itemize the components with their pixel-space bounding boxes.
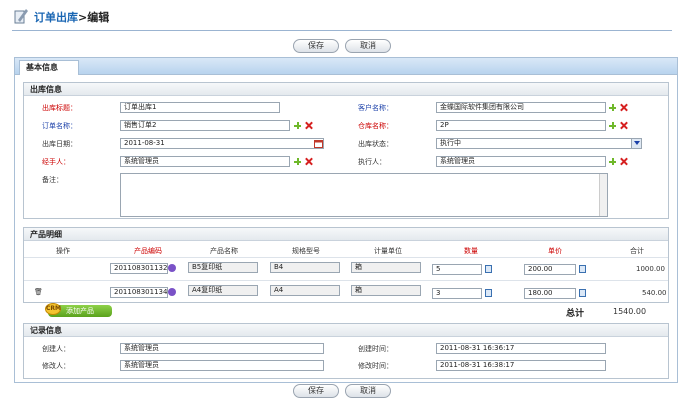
- warehouse-input[interactable]: 2P: [436, 120, 606, 131]
- remark-scrollbar[interactable]: [599, 174, 607, 216]
- remark-label: 备注：: [42, 176, 63, 184]
- product-code-input[interactable]: 201108301134001: [110, 287, 168, 298]
- product-name-field: B5复印纸: [188, 262, 258, 273]
- price-input[interactable]: 180.00: [524, 288, 576, 299]
- total-label: 总计: [566, 309, 585, 319]
- warehouse-label: 仓库名称：: [358, 122, 393, 130]
- customer-input[interactable]: 金蝶国际软件集团有限公司: [436, 102, 606, 113]
- column-header: 单价: [548, 247, 562, 255]
- date-input[interactable]: 2011-08-31: [120, 138, 324, 149]
- save-button[interactable]: 保存: [293, 384, 339, 398]
- status-label: 出库状态：: [358, 140, 393, 148]
- quantity-input[interactable]: 5: [432, 264, 482, 275]
- title-label: 出库标题：: [42, 104, 77, 112]
- quantity-input[interactable]: 3: [432, 288, 482, 299]
- column-header: 产品编码: [134, 247, 162, 255]
- handler-input[interactable]: 系统管理员: [120, 156, 290, 167]
- section-title: 出库信息: [24, 83, 668, 96]
- created-time-field: 2011-08-31 16:36:17: [436, 343, 606, 354]
- add-icon[interactable]: [294, 158, 301, 165]
- row-total: 1000.00: [636, 265, 665, 273]
- cancel-button[interactable]: 取消: [345, 384, 391, 398]
- modified-time-label: 修改时间：: [358, 362, 393, 370]
- add-product-button[interactable]: CRM 添加产品: [45, 303, 112, 317]
- product-name-field: A4复印纸: [188, 285, 258, 296]
- modifier-field: 系统管理员: [120, 360, 324, 371]
- creator-label: 创建人：: [42, 345, 70, 353]
- row-divider: [24, 257, 668, 258]
- creator-field: 系统管理员: [120, 343, 324, 354]
- search-icon[interactable]: [168, 264, 176, 272]
- remark-textarea[interactable]: [120, 173, 608, 217]
- add-icon[interactable]: [609, 104, 616, 111]
- unit-field: 箱: [351, 262, 421, 273]
- book-icon[interactable]: [579, 289, 586, 297]
- bottom-button-row: 保存 取消: [0, 384, 692, 400]
- price-input[interactable]: 200.00: [524, 264, 576, 275]
- record-info-section: 记录信息 创建人： 系统管理员 创建时间： 2011-08-31 16:36:1…: [23, 323, 669, 379]
- dropdown-button[interactable]: [631, 139, 641, 148]
- book-icon[interactable]: [485, 289, 492, 297]
- section-title: 记录信息: [24, 324, 668, 337]
- created-time-label: 创建时间：: [358, 345, 393, 353]
- product-detail-section: 产品明细 操作 产品编码 产品名称 规格型号 计量单位 数量 单价 合计 201…: [23, 227, 669, 303]
- tab-basic-info[interactable]: 基本信息: [19, 60, 79, 75]
- title-input[interactable]: 订单出库1: [120, 102, 280, 113]
- page-header: 订单出库>编辑: [0, 0, 692, 30]
- column-header: 数量: [464, 247, 478, 255]
- row-divider: [24, 280, 668, 281]
- add-product-label: 添加产品: [66, 307, 94, 315]
- add-icon[interactable]: [609, 158, 616, 165]
- top-button-row: 保存 取消: [0, 39, 692, 55]
- order-label: 订单名称：: [42, 122, 77, 130]
- chevron-down-icon: [634, 141, 640, 145]
- breadcrumb-separator: >: [78, 11, 88, 24]
- breadcrumb-link[interactable]: 订单出库: [34, 11, 78, 24]
- delete-icon[interactable]: [305, 122, 312, 129]
- delete-icon[interactable]: [620, 122, 627, 129]
- column-header: 规格型号: [292, 247, 320, 255]
- outbound-info-section: 出库信息 出库标题： 订单出库1 客户名称： 金蝶国际软件集团有限公司 订单名称…: [23, 82, 669, 219]
- column-header: 产品名称: [210, 247, 238, 255]
- book-icon[interactable]: [579, 265, 586, 273]
- handler-label: 经手人：: [42, 158, 70, 166]
- crm-badge-icon: CRM: [45, 303, 61, 315]
- breadcrumb-current: 编辑: [87, 11, 110, 24]
- spec-field: A4: [270, 285, 340, 296]
- book-icon[interactable]: [485, 265, 492, 273]
- modifier-label: 修改人：: [42, 362, 70, 370]
- column-header: 合计: [630, 247, 644, 255]
- row-total: 540.00: [642, 289, 667, 297]
- tab-strip: 基本信息: [15, 58, 677, 75]
- customer-label: 客户名称：: [358, 104, 393, 112]
- page-title: 订单出库>编辑: [34, 9, 109, 25]
- add-icon[interactable]: [294, 122, 301, 129]
- section-title: 产品明细: [24, 228, 668, 241]
- delete-icon[interactable]: [305, 158, 312, 165]
- executor-label: 执行人：: [358, 158, 386, 166]
- order-input[interactable]: 销售订单2: [120, 120, 290, 131]
- total-value: 1540.00: [613, 307, 647, 316]
- search-icon[interactable]: [168, 288, 176, 296]
- form-panel: 基本信息 出库信息 出库标题： 订单出库1 客户名称： 金蝶国际软件集团有限公司…: [14, 57, 678, 383]
- executor-input[interactable]: 系统管理员: [436, 156, 606, 167]
- spec-field: B4: [270, 262, 340, 273]
- status-select[interactable]: 执行中: [436, 138, 642, 149]
- header-divider: [12, 30, 672, 31]
- calendar-icon[interactable]: [314, 139, 323, 148]
- modified-time-field: 2011-08-31 16:38:17: [436, 360, 606, 371]
- delete-icon[interactable]: [620, 104, 627, 111]
- save-button[interactable]: 保存: [293, 39, 339, 53]
- product-code-input[interactable]: 201108301132001: [110, 263, 168, 274]
- unit-field: 箱: [351, 285, 421, 296]
- document-pen-icon: [14, 9, 28, 24]
- cancel-button[interactable]: 取消: [345, 39, 391, 53]
- add-icon[interactable]: [609, 122, 616, 129]
- column-header: 计量单位: [374, 247, 402, 255]
- trash-icon[interactable]: 🗑: [34, 288, 43, 296]
- delete-icon[interactable]: [620, 158, 627, 165]
- date-label: 出库日期：: [42, 140, 77, 148]
- column-header: 操作: [56, 247, 70, 255]
